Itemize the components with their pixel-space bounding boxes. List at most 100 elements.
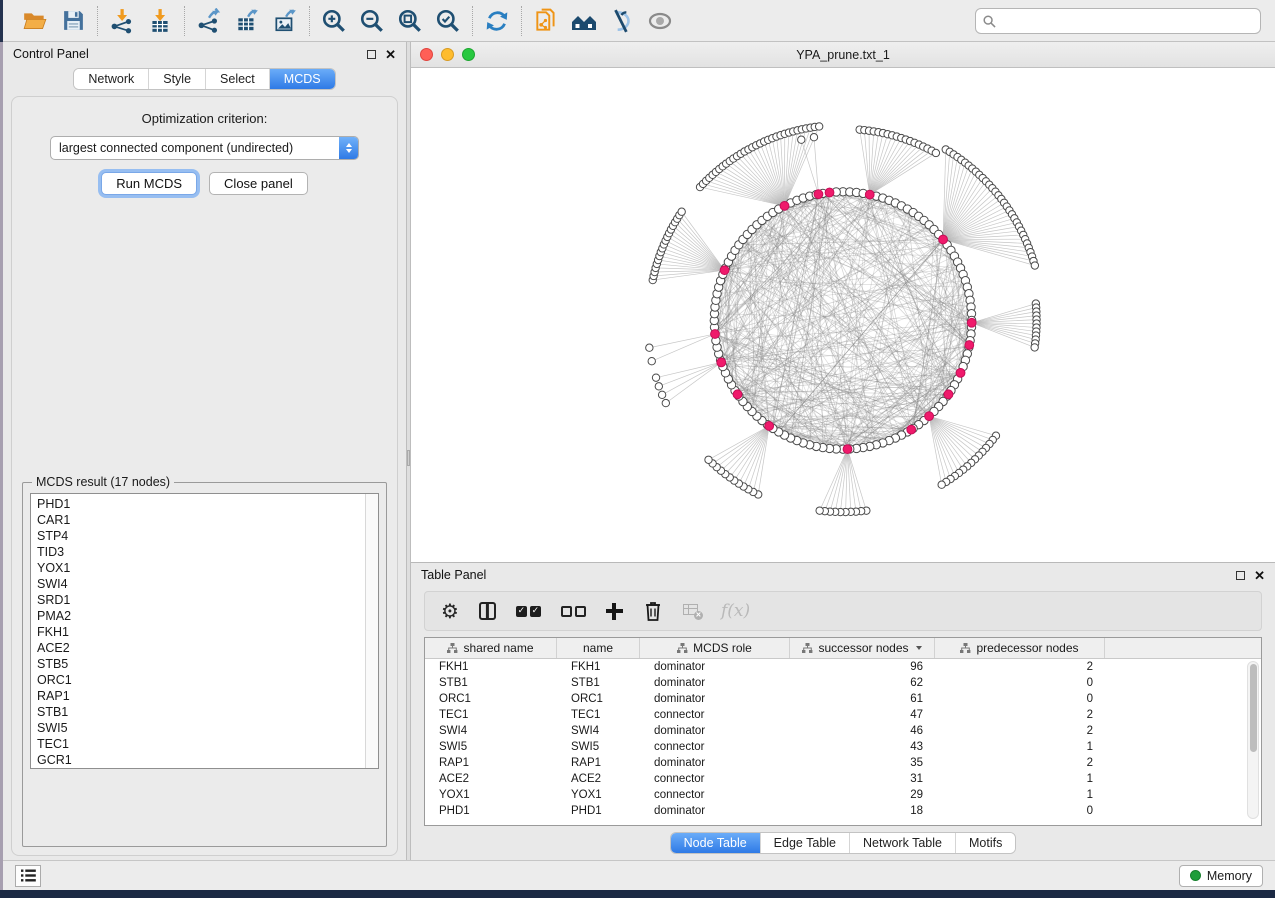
network-leaf-node[interactable]: [655, 383, 662, 390]
table-cell-predecessor-nodes[interactable]: 1: [935, 789, 1105, 801]
result-list-item[interactable]: ORC1: [37, 672, 378, 688]
zoom-out-icon[interactable]: [358, 7, 386, 35]
network-leaf-node[interactable]: [662, 399, 669, 406]
result-list-item[interactable]: PMA2: [37, 608, 378, 624]
table-cell-mcds-role[interactable]: dominator: [640, 661, 790, 673]
result-list-item[interactable]: ACE2: [37, 640, 378, 656]
refresh-icon[interactable]: [483, 7, 511, 35]
table-cell-name[interactable]: ORC1: [557, 693, 640, 705]
table-cell-mcds-role[interactable]: connector: [640, 741, 790, 753]
zoom-in-icon[interactable]: [320, 7, 348, 35]
network-leaf-node[interactable]: [1031, 344, 1038, 351]
table-cell-shared-name[interactable]: YOX1: [425, 789, 557, 801]
float-table-panel-icon[interactable]: [1236, 571, 1245, 580]
column-header-successor-nodes[interactable]: successor nodes: [790, 638, 935, 658]
table-cell-shared-name[interactable]: FKH1: [425, 661, 557, 673]
table-cell-predecessor-nodes[interactable]: 2: [935, 709, 1105, 721]
optimization-criterion-dropdown[interactable]: largest connected component (undirected): [50, 136, 359, 160]
table-scrollbar-thumb[interactable]: [1250, 664, 1257, 752]
mcds-hub-node[interactable]: [814, 190, 823, 199]
open-folder-icon[interactable]: [21, 7, 49, 35]
table-cell-successor-nodes[interactable]: 61: [790, 693, 935, 705]
search-input[interactable]: [975, 8, 1261, 34]
mcds-hub-node[interactable]: [717, 358, 726, 367]
table-cell-name[interactable]: TEC1: [557, 709, 640, 721]
close-panel-icon[interactable]: ✕: [385, 48, 396, 61]
table-row[interactable]: ACE2ACE2connector311: [425, 771, 1261, 787]
memory-button[interactable]: Memory: [1179, 865, 1263, 887]
network-leaf-node[interactable]: [705, 456, 712, 463]
result-list-item[interactable]: CAR1: [37, 512, 378, 528]
result-list-item[interactable]: STB1: [37, 704, 378, 720]
table-cell-name[interactable]: RAP1: [557, 757, 640, 769]
table-cell-successor-nodes[interactable]: 18: [790, 805, 935, 817]
import-network-icon[interactable]: [108, 7, 136, 35]
column-header-shared-name[interactable]: shared name: [425, 638, 557, 658]
mcds-hub-node[interactable]: [765, 422, 774, 431]
table-row[interactable]: YOX1YOX1connector291: [425, 787, 1261, 803]
result-list-item[interactable]: TEC1: [37, 736, 378, 752]
mcds-hub-node[interactable]: [733, 390, 742, 399]
mcds-hub-node[interactable]: [720, 266, 729, 275]
table-cell-name[interactable]: STB1: [557, 677, 640, 689]
table-cell-predecessor-nodes[interactable]: 2: [935, 661, 1105, 673]
mcds-hub-node[interactable]: [967, 318, 976, 327]
result-list-item[interactable]: FKH1: [37, 624, 378, 640]
divider-handle[interactable]: [407, 450, 410, 466]
table-row[interactable]: STB1STB1dominator620: [425, 675, 1261, 691]
toggle-graphics-details-icon[interactable]: [608, 7, 636, 35]
network-leaf-node[interactable]: [810, 134, 817, 141]
table-row[interactable]: FKH1FKH1dominator962: [425, 659, 1261, 675]
table-row[interactable]: SWI4SWI4dominator462: [425, 723, 1261, 739]
mcds-hub-node[interactable]: [956, 368, 965, 377]
result-list-item[interactable]: STB5: [37, 656, 378, 672]
mcds-hub-node[interactable]: [825, 188, 834, 197]
table-cell-name[interactable]: YOX1: [557, 789, 640, 801]
column-header-predecessor-nodes[interactable]: predecessor nodes: [935, 638, 1105, 658]
task-history-button[interactable]: [15, 865, 41, 887]
table-cell-shared-name[interactable]: PHD1: [425, 805, 557, 817]
export-image-icon[interactable]: [271, 7, 299, 35]
network-leaf-node[interactable]: [646, 344, 653, 351]
mcds-hub-node[interactable]: [907, 425, 916, 434]
zoom-selected-icon[interactable]: [434, 7, 462, 35]
table-cell-successor-nodes[interactable]: 31: [790, 773, 935, 785]
network-canvas[interactable]: [411, 68, 1275, 562]
table-cell-name[interactable]: SWI4: [557, 725, 640, 737]
table-cell-shared-name[interactable]: TEC1: [425, 709, 557, 721]
result-list-item[interactable]: TID3: [37, 544, 378, 560]
column-header-name[interactable]: name: [557, 638, 640, 658]
network-from-file-icon[interactable]: [532, 7, 560, 35]
table-scrollbar[interactable]: [1247, 661, 1259, 819]
result-list-item[interactable]: SRD1: [37, 592, 378, 608]
table-cell-predecessor-nodes[interactable]: 2: [935, 757, 1105, 769]
table-cell-predecessor-nodes[interactable]: 0: [935, 805, 1105, 817]
network-leaf-node[interactable]: [658, 391, 665, 398]
table-row[interactable]: PHD1PHD1dominator180: [425, 803, 1261, 819]
table-cell-successor-nodes[interactable]: 29: [790, 789, 935, 801]
network-leaf-node[interactable]: [932, 149, 939, 156]
tab-motifs[interactable]: Motifs: [956, 833, 1015, 853]
tab-style[interactable]: Style: [149, 69, 206, 89]
result-list-item[interactable]: RAP1: [37, 688, 378, 704]
settings-gear-icon[interactable]: ⚙: [441, 598, 459, 624]
table-cell-name[interactable]: SWI5: [557, 741, 640, 753]
mcds-hub-node[interactable]: [843, 445, 852, 454]
run-mcds-button[interactable]: Run MCDS: [101, 172, 197, 195]
table-cell-name[interactable]: PHD1: [557, 805, 640, 817]
mcds-hub-node[interactable]: [925, 412, 934, 421]
panel-divider-vertical[interactable]: [406, 42, 411, 860]
home-networks-icon[interactable]: [570, 7, 598, 35]
tab-network[interactable]: Network: [74, 69, 149, 89]
save-icon[interactable]: [59, 7, 87, 35]
table-cell-mcds-role[interactable]: connector: [640, 773, 790, 785]
table-cell-successor-nodes[interactable]: 47: [790, 709, 935, 721]
network-leaf-node[interactable]: [652, 374, 659, 381]
table-cell-name[interactable]: FKH1: [557, 661, 640, 673]
table-cell-successor-nodes[interactable]: 43: [790, 741, 935, 753]
table-cell-mcds-role[interactable]: dominator: [640, 725, 790, 737]
table-cell-shared-name[interactable]: SWI4: [425, 725, 557, 737]
table-cell-shared-name[interactable]: STB1: [425, 677, 557, 689]
table-cell-shared-name[interactable]: ORC1: [425, 693, 557, 705]
close-panel-button[interactable]: Close panel: [209, 172, 308, 195]
